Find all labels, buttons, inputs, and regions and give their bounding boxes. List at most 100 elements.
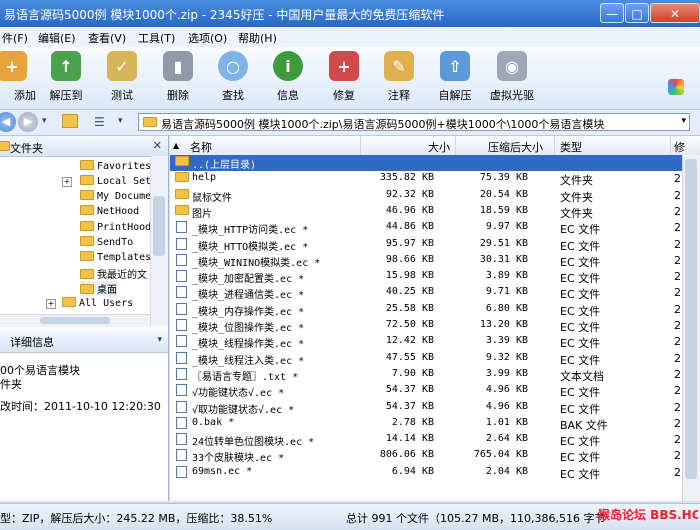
cell-name: √取功能键状态√.ec *	[192, 404, 295, 416]
col-packed[interactable]: 压缩后大小	[488, 139, 543, 155]
sfx-icon: ⇧	[440, 51, 470, 81]
menu-edit[interactable]: 编辑(E)	[38, 30, 76, 46]
file-icon	[176, 433, 187, 446]
find-button[interactable]: ○ 查找	[207, 51, 259, 107]
col-type[interactable]: 类型	[560, 139, 582, 155]
tree-item[interactable]: Templates	[80, 251, 151, 266]
file-row[interactable]: help 335.82 KB 75.39 KB 文件夹 2	[170, 171, 682, 187]
tree-item[interactable]: PrintHood	[80, 221, 151, 236]
cell-size: 47.55 KB	[385, 351, 434, 363]
file-row[interactable]: _模块_位图操作类.ec * 72.50 KB 13.20 KB EC 文件 2	[170, 318, 682, 334]
menu-view[interactable]: 查看(V)	[88, 30, 126, 46]
file-row[interactable]: _模块_加密配置类.ec * 15.98 KB 3.89 KB EC 文件 2	[170, 269, 682, 285]
cell-size: 44.86 KB	[385, 221, 434, 233]
cell-size: 2.78 KB	[391, 416, 434, 428]
cell-packed: 6.80 KB	[485, 302, 528, 314]
cell-name: _模块_位图操作类.ec *	[192, 323, 305, 334]
cell-packed: 13.20 KB	[479, 319, 528, 330]
file-list-vscroll[interactable]	[682, 155, 700, 501]
file-row[interactable]: 0.bak * 2.78 KB 1.01 KB BAK 文件 2	[170, 416, 682, 432]
cell-packed: 20.54 KB	[479, 188, 528, 200]
nav-dropdown-icon[interactable]: ▾	[42, 116, 47, 126]
chevron-down-icon[interactable]: ▾	[157, 335, 162, 345]
extract-button[interactable]: ↑ 解压到	[40, 51, 92, 107]
maximize-button[interactable]: □	[625, 3, 649, 23]
file-row[interactable]: _模块_WININO模拟类.ec * 98.66 KB 30.31 KB EC 文件 2	[170, 253, 682, 269]
address-dropdown-icon[interactable]: ▾	[681, 116, 686, 126]
toolbar: + 添加 ↑ 解压到 ✓ 测试 ▮ 删除 ○ 查找 i 信息 + 修复 ✎ 注释…	[0, 47, 700, 110]
address-input[interactable]: 易语言源码5000例 模块1000个.zip\易语言源码5000例+模块1000…	[138, 113, 690, 131]
skin-icon[interactable]	[668, 79, 684, 95]
repair-button[interactable]: + 修复	[318, 51, 370, 107]
scroll-thumb[interactable]	[685, 159, 697, 479]
tree-item[interactable]: Favorites	[80, 160, 151, 175]
back-icon[interactable]: ◀	[0, 112, 16, 132]
cell-size: 98.66 KB	[385, 253, 434, 265]
tree-item-selected[interactable]: 桌面	[80, 281, 117, 296]
file-row[interactable]: _模块_内存操作类.ec * 25.58 KB 6.80 KB EC 文件 2	[170, 302, 682, 318]
cell-name: 69msn.ec *	[192, 465, 253, 477]
forward-icon[interactable]: ▶	[18, 112, 38, 132]
info-button[interactable]: i 信息	[262, 51, 314, 107]
menu-help[interactable]: 帮助(H)	[238, 30, 277, 46]
col-name[interactable]: 名称	[190, 139, 212, 155]
parent-dir-row[interactable]: ..(上层目录)	[170, 155, 682, 171]
file-row[interactable]: _模块_HTTO模拟类.ec * 95.97 KB 29.51 KB EC 文件 2	[170, 237, 682, 253]
expand-icon[interactable]: +	[62, 177, 72, 187]
col-modified[interactable]: 修	[674, 139, 685, 155]
menu-tools[interactable]: 工具(T)	[138, 30, 175, 46]
file-row[interactable]: 69msn.ec * 6.94 KB 2.04 KB EC 文件 2	[170, 465, 682, 481]
cell-size: 95.97 KB	[385, 237, 434, 249]
cell-type: EC 文件	[560, 353, 601, 367]
close-button[interactable]: ✕	[650, 3, 700, 23]
delete-button[interactable]: ▮ 删除	[152, 51, 204, 107]
zip-folder-icon	[143, 117, 157, 127]
expand-icon[interactable]: +	[46, 299, 56, 309]
col-size[interactable]: 大小	[428, 139, 450, 155]
tree-item[interactable]: My Docume	[80, 190, 151, 205]
tree-vscroll[interactable]	[150, 156, 168, 326]
comment-button[interactable]: ✎ 注释	[373, 51, 425, 107]
tree-item[interactable]: NetHood	[80, 205, 139, 220]
cell-type: 文件夹	[560, 174, 593, 188]
menu-file[interactable]: 件(F)	[2, 30, 28, 46]
file-row[interactable]: _模块_线程注入类.ec * 47.55 KB 9.32 KB EC 文件 2	[170, 351, 682, 367]
cell-size: 15.98 KB	[385, 270, 434, 282]
file-row[interactable]: 图片 46.96 KB 18.59 KB 文件夹 2	[170, 204, 682, 220]
cell-name: _模块_内存操作类.ec *	[192, 306, 305, 318]
file-row[interactable]: 鼠标文件 92.32 KB 20.54 KB 文件夹 2	[170, 188, 682, 204]
cell-name: help	[192, 172, 217, 184]
up-folder-icon[interactable]	[62, 114, 78, 128]
tree-item[interactable]: Local Set	[80, 175, 151, 190]
file-icon	[176, 384, 187, 397]
file-row[interactable]: √功能键状态√.ec * 54.37 KB 4.96 KB EC 文件 2	[170, 383, 682, 399]
file-row[interactable]: 〖易语言专题〗.txt * 7.90 KB 3.99 KB 文本文档 2	[170, 367, 682, 383]
file-row[interactable]: √取功能键状态√.ec * 54.37 KB 4.96 KB EC 文件 2	[170, 400, 682, 416]
address-bar: ◀ ▶ ▾ ☰ ▾ 易语言源码5000例 模块1000个.zip\易语言源码50…	[0, 110, 700, 136]
tree-item[interactable]: SendTo	[80, 236, 133, 251]
view-dropdown-icon[interactable]: ▾	[118, 116, 123, 126]
tree-item[interactable]: All Users	[62, 297, 133, 312]
file-row[interactable]: _模块_进程通信类.ec * 40.25 KB 9.71 KB EC 文件 2	[170, 285, 682, 301]
cell-name: 鼠标文件	[192, 192, 232, 204]
test-button[interactable]: ✓ 测试	[96, 51, 148, 107]
minimize-button[interactable]: —	[600, 3, 624, 23]
file-row[interactable]: _模块_HTTP访问类.ec * 44.86 KB 9.97 KB EC 文件 2	[170, 220, 682, 236]
details-title: 详细信息	[10, 336, 54, 349]
menu-options[interactable]: 选项(O)	[188, 30, 227, 46]
watermark-logo: 猴岛论坛 BBS.HOUDAO.COM	[598, 508, 698, 522]
file-row[interactable]: _模块_线程操作类.ec * 12.42 KB 3.39 KB EC 文件 2	[170, 334, 682, 350]
scroll-thumb[interactable]	[40, 317, 110, 324]
file-icon	[176, 465, 187, 478]
file-row[interactable]: 24位转单色位图模块.ec * 14.14 KB 2.64 KB EC 文件 2	[170, 432, 682, 448]
scroll-thumb[interactable]	[153, 196, 165, 256]
view-mode-icon[interactable]: ☰	[94, 115, 105, 129]
tree-hscroll[interactable]	[0, 314, 150, 327]
sfx-button[interactable]: ⇧ 自解压	[429, 51, 481, 107]
column-header: ▲ 名称 大小 压缩后大小 类型 修	[170, 136, 700, 156]
add-button[interactable]: + 添加	[0, 51, 38, 107]
close-icon[interactable]: ✕	[153, 139, 162, 152]
virtual-drive-button[interactable]: ◉ 虚拟光驱	[484, 51, 540, 107]
file-row[interactable]: 33个皮肤模块.ec * 806.06 KB 765.04 KB EC 文件 2	[170, 448, 682, 464]
tree-item[interactable]: 我最近的文	[80, 266, 147, 281]
